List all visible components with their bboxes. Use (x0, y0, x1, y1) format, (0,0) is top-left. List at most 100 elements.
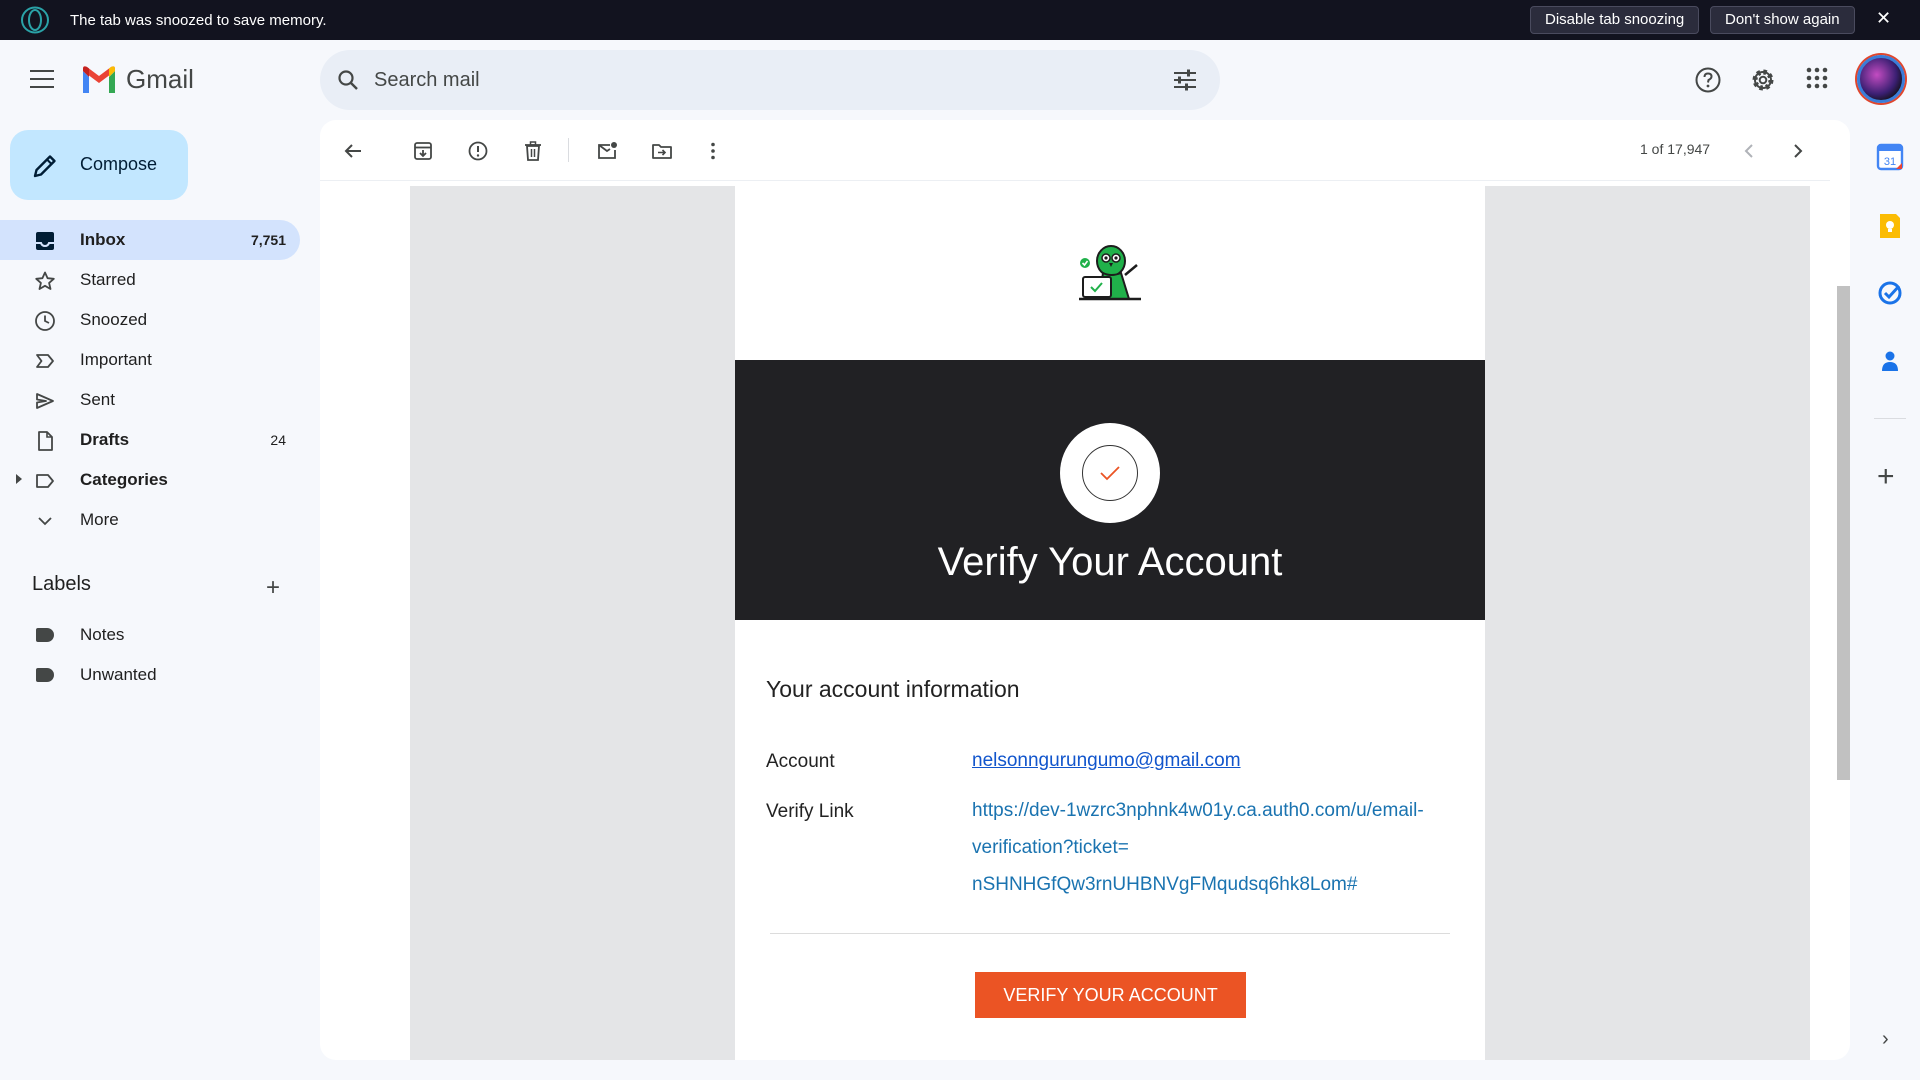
header: Gmail (0, 40, 1920, 120)
send-icon (36, 393, 54, 409)
email-content: Verify Your Account Your account informa… (735, 186, 1485, 1060)
disable-tab-snoozing-button[interactable]: Disable tab snoozing (1530, 6, 1700, 34)
verify-link-line-3[interactable]: nSHNHGfQw3rnUHBNVgFMqudsq6hk8Lom# (972, 866, 1462, 903)
verify-link-line-1[interactable]: https://dev-1wzrc3nphnk4w01y.ca.auth0.co… (972, 792, 1462, 829)
get-add-ons-icon[interactable]: + (1877, 460, 1895, 494)
clock-icon (35, 311, 55, 331)
draft-file-icon (38, 431, 53, 451)
compose-label: Compose (80, 154, 158, 174)
search-icon[interactable] (336, 68, 360, 92)
verify-link-label: Verify Link (766, 801, 854, 822)
older-chevron-right-icon[interactable] (1787, 140, 1809, 162)
mark-as-unread-icon[interactable] (596, 140, 618, 162)
sidebar-item-label: Sent (80, 390, 115, 409)
label-tag-icon (36, 628, 54, 642)
sidebar-nav: Inbox 7,751 Starred Snoozed Important Se… (0, 220, 300, 540)
sidebar-item-snoozed[interactable]: Snoozed (0, 300, 300, 340)
help-icon[interactable] (1694, 66, 1722, 94)
banner-message: The tab was snoozed to save memory. (70, 12, 327, 29)
account-label: Account (766, 751, 835, 772)
label-item-unwanted[interactable]: Unwanted (0, 655, 300, 695)
pencil-icon (33, 155, 56, 178)
side-panel-divider (1874, 418, 1906, 419)
add-label-icon[interactable]: + (266, 574, 280, 602)
sidebar-item-inbox[interactable]: Inbox 7,751 (0, 220, 300, 260)
email-body: Verify Your Account Your account informa… (410, 186, 1810, 1060)
labels-heading: Labels (32, 573, 91, 595)
delete-trash-icon[interactable] (522, 140, 544, 162)
message-toolbar: 1 of 17,947 (320, 120, 1850, 180)
verify-link-line-2[interactable]: verification?ticket= (972, 829, 1462, 866)
sidebar-item-label: Categories (80, 470, 168, 489)
search-bar[interactable] (320, 50, 1220, 110)
label-tag-icon (36, 668, 54, 682)
account-avatar[interactable] (1857, 55, 1905, 103)
sidebar-item-label: More (80, 510, 119, 529)
sidebar-item-starred[interactable]: Starred (0, 260, 300, 300)
checkmark-icon (1099, 465, 1120, 480)
label-name: Unwanted (80, 665, 157, 684)
main-menu-icon[interactable] (30, 70, 54, 88)
newer-chevron-left-icon[interactable] (1738, 140, 1760, 162)
hero-title: Verify Your Account (937, 540, 1283, 584)
dont-show-again-button[interactable]: Don't show again (1710, 6, 1855, 34)
sidebar-item-sent[interactable]: Sent (0, 380, 300, 420)
chevron-down-icon (38, 517, 52, 526)
sidebar-item-label: Starred (80, 270, 136, 289)
drafts-count: 24 (270, 432, 286, 448)
google-apps-icon[interactable] (1805, 66, 1829, 90)
account-email-link[interactable]: nelsonngurungumo@gmail.com (972, 750, 1241, 771)
show-side-panel-chevron-icon[interactable]: › (1882, 1028, 1889, 1051)
search-input[interactable] (374, 64, 1134, 96)
search-options-icon[interactable] (1172, 68, 1198, 92)
message-view: 1 of 17,947 Verify Your Account Your acc… (320, 120, 1850, 1060)
inbox-icon (36, 232, 54, 250)
sidebar-item-more[interactable]: More (0, 500, 300, 540)
sidebar-item-label: Drafts (80, 430, 130, 449)
important-marker-icon (36, 354, 54, 368)
snooze-banner: The tab was snoozed to save memory. Disa… (0, 0, 1920, 40)
verify-link[interactable]: https://dev-1wzrc3nphnk4w01y.ca.auth0.co… (972, 792, 1462, 903)
hero-banner: Verify Your Account (735, 360, 1485, 620)
archive-icon[interactable] (412, 140, 434, 162)
google-calendar-icon[interactable]: 31 (1875, 142, 1905, 172)
check-ring (1082, 445, 1138, 501)
sidebar-item-categories[interactable]: Categories (0, 460, 300, 500)
compose-button[interactable]: Compose (10, 130, 188, 200)
toolbar-divider (568, 138, 569, 162)
sidebar-item-label: Important (80, 350, 152, 369)
opera-logo-icon (21, 6, 49, 34)
account-value: nelsonngurungumo@gmail.com (972, 742, 1462, 779)
sidebar-item-label: Inbox (80, 230, 126, 249)
settings-gear-icon[interactable] (1749, 66, 1777, 94)
label-item-notes[interactable]: Notes (0, 615, 300, 655)
gmail-m-icon (83, 65, 115, 93)
google-contacts-icon[interactable] (1875, 346, 1905, 376)
banner-close-icon[interactable]: ✕ (1876, 8, 1891, 29)
app-name: Gmail (126, 64, 194, 94)
unread-count: 7,751 (250, 232, 286, 248)
label-name: Notes (80, 625, 125, 644)
google-tasks-icon[interactable] (1875, 278, 1905, 308)
pagination-count: 1 of 17,947 (1640, 141, 1711, 157)
back-arrow-icon[interactable] (342, 140, 364, 162)
report-spam-icon[interactable] (467, 140, 489, 162)
side-panel: 31 + › (1860, 120, 1920, 1080)
google-keep-icon[interactable] (1875, 211, 1905, 241)
sidebar-item-label: Snoozed (80, 310, 148, 329)
calendar-day: 31 (1884, 156, 1896, 168)
gmail-logo[interactable]: Gmail (80, 64, 194, 95)
message-scrollbar[interactable] (1837, 286, 1850, 780)
toolbar-separator (320, 180, 1830, 181)
content-divider (770, 933, 1450, 934)
check-badge (1060, 423, 1160, 523)
verify-account-button[interactable]: VERIFY YOUR ACCOUNT (975, 972, 1246, 1018)
expand-caret-icon[interactable] (16, 474, 22, 484)
sidebar-item-drafts[interactable]: Drafts 24 (0, 420, 300, 460)
star-icon (35, 271, 55, 290)
move-to-folder-icon[interactable] (651, 140, 673, 162)
sidebar-item-important[interactable]: Important (0, 340, 300, 380)
more-options-icon[interactable] (702, 140, 724, 162)
mascot-illustration (1079, 245, 1141, 301)
label-outline-icon (36, 474, 54, 488)
